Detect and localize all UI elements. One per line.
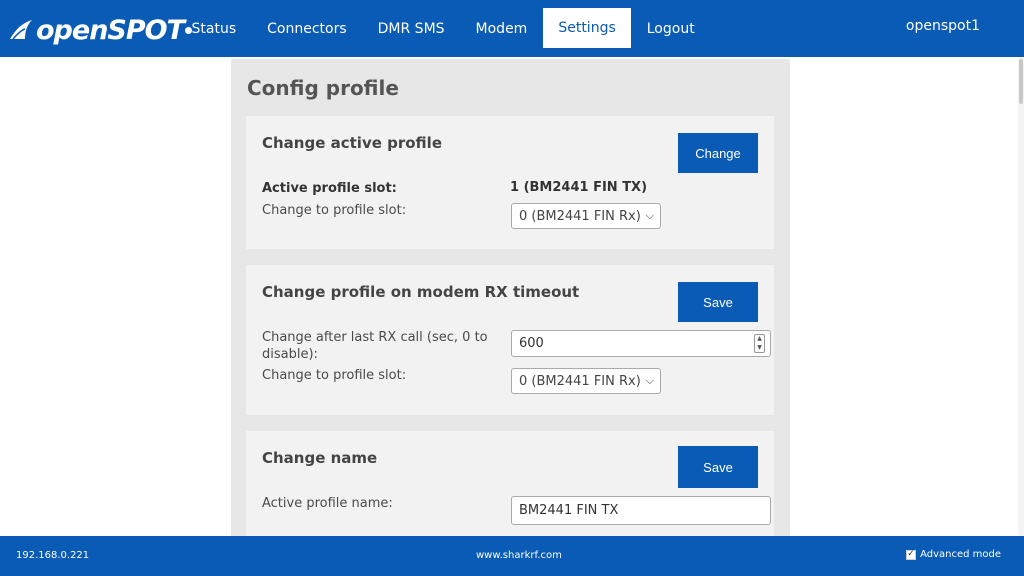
logo-wordmark: openSPOT	[36, 14, 185, 46]
page-title: Config profile	[247, 76, 399, 100]
nav-connectors[interactable]: Connectors	[252, 0, 363, 57]
advanced-mode-checkbox[interactable]: ✓	[906, 549, 917, 560]
page-scrollbar[interactable]	[1018, 57, 1024, 536]
advanced-mode-label: Advanced mode	[920, 549, 1001, 560]
rx-timeout-slot-select-value: 0 (BM2441 FIN Rx)	[519, 373, 641, 389]
nav-modem[interactable]: Modem	[460, 0, 543, 57]
chevron-down-icon: ⌵	[645, 374, 654, 387]
rx-timeout-input[interactable]: 600 ▲ ▼	[511, 330, 771, 357]
card-title: Change active profile	[262, 134, 442, 152]
spinner-down-icon[interactable]: ▼	[757, 344, 762, 352]
save-rx-timeout-button[interactable]: Save	[678, 282, 758, 322]
website-link[interactable]: www.sharkrf.com	[476, 550, 562, 561]
device-hostname: openspot1	[905, 18, 980, 34]
rx-timeout-card: Change profile on modem RX timeout Save …	[246, 265, 774, 415]
footer-bar: 192.168.0.221 www.sharkrf.com ✓ Advanced…	[0, 536, 1024, 576]
nav-logout[interactable]: Logout	[631, 0, 710, 57]
nav-dmr-sms[interactable]: DMR SMS	[362, 0, 460, 57]
top-navbar: openSPOT Status Connectors DMR SMS Modem…	[0, 0, 1024, 57]
active-slot-value: 1 (BM2441 FIN TX)	[510, 180, 648, 195]
active-slot-label: Active profile slot:	[262, 181, 397, 196]
change-to-slot-label: Change to profile slot:	[262, 368, 407, 383]
main-nav: Status Connectors DMR SMS Modem Settings…	[176, 0, 710, 57]
device-ip: 192.168.0.221	[16, 550, 90, 561]
save-name-button[interactable]: Save	[678, 446, 758, 488]
number-spinner[interactable]: ▲ ▼	[754, 334, 765, 353]
rx-timeout-slot-select[interactable]: 0 (BM2441 FIN Rx) ⌵	[511, 368, 661, 394]
rx-timeout-value: 600	[519, 336, 544, 351]
change-name-card: Change name Save Active profile name: BM…	[246, 431, 774, 536]
config-profile-panel: Config profile Change active profile Cha…	[231, 59, 790, 536]
scrollbar-thumb[interactable]	[1019, 59, 1023, 104]
profile-name-value: BM2441 FIN TX	[519, 503, 619, 518]
nav-settings[interactable]: Settings	[542, 8, 632, 48]
card-title: Change name	[262, 449, 378, 467]
shark-fin-icon	[10, 20, 32, 40]
profile-name-input[interactable]: BM2441 FIN TX	[511, 496, 771, 525]
profile-slot-select-value: 0 (BM2441 FIN Rx)	[519, 208, 641, 224]
rx-timeout-label: Change after last RX call (sec, 0 to dis…	[262, 330, 488, 362]
change-to-slot-label: Change to profile slot:	[262, 203, 407, 218]
chevron-down-icon: ⌵	[645, 209, 654, 222]
change-profile-button[interactable]: Change	[678, 133, 758, 173]
opensspot-logo[interactable]: openSPOT	[8, 12, 193, 48]
change-active-profile-card: Change active profile Change Active prof…	[246, 116, 774, 249]
profile-slot-select[interactable]: 0 (BM2441 FIN Rx) ⌵	[511, 203, 661, 229]
spinner-up-icon[interactable]: ▲	[757, 335, 762, 343]
advanced-mode-toggle[interactable]: ✓ Advanced mode	[906, 549, 1001, 560]
card-title: Change profile on modem RX timeout	[262, 283, 580, 301]
profile-name-label: Active profile name:	[262, 496, 393, 511]
nav-status[interactable]: Status	[176, 0, 252, 57]
